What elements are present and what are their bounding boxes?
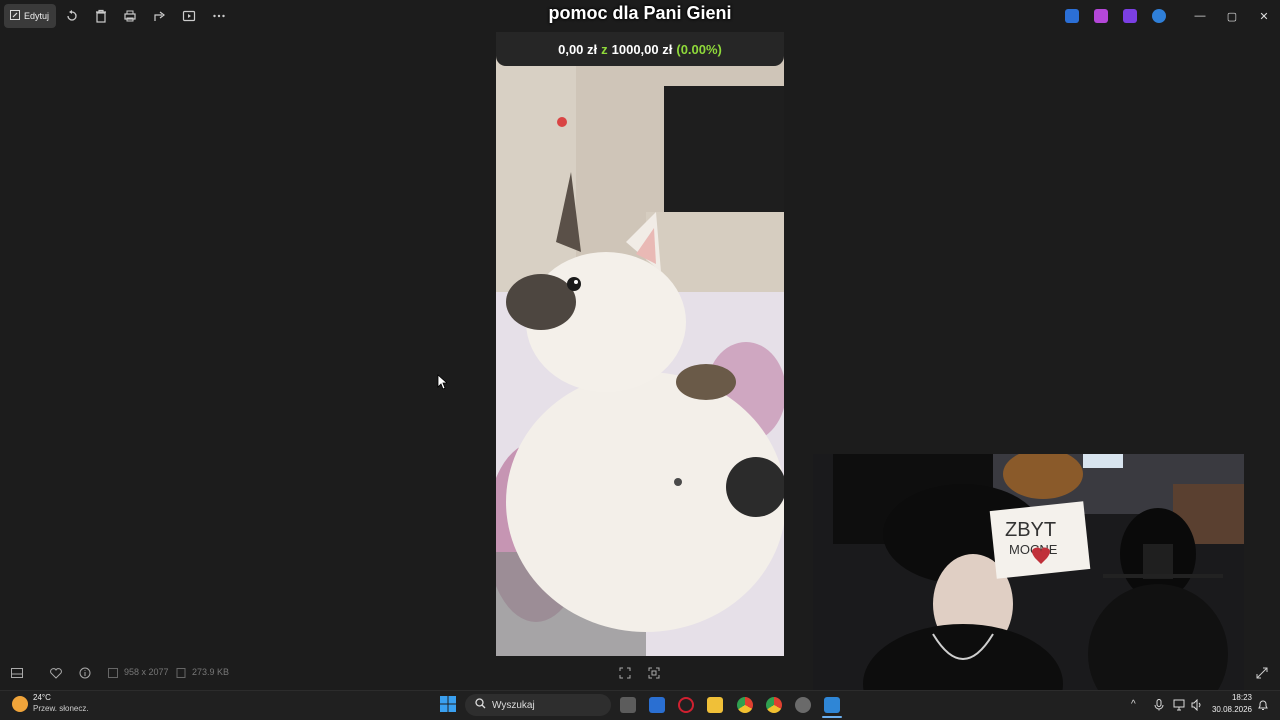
fundraiser-title: pomoc dla Pani Gieni [548, 3, 732, 23]
volume-icon[interactable] [1191, 698, 1203, 712]
image-dimensions: 958 x 2077 [124, 667, 169, 677]
edit-label: Edytuj [24, 11, 50, 21]
file-size: 273.9 KB [192, 667, 230, 677]
minimize-button[interactable]: — [1192, 8, 1208, 24]
mouse-cursor-icon [437, 374, 449, 395]
windows-taskbar [0, 690, 1280, 720]
app-icon[interactable] [795, 697, 811, 713]
dimensions-icon [106, 666, 120, 680]
chrome-icon[interactable] [737, 697, 753, 713]
file-explorer-icon[interactable] [707, 697, 723, 713]
slideshow-icon[interactable] [181, 8, 197, 24]
onedrive-icon[interactable] [1152, 9, 1166, 23]
clock-date[interactable]: 30.08.2026 [1206, 705, 1252, 714]
taskbar-search-box[interactable]: Wyszukaj [465, 694, 611, 716]
notification-bell-icon[interactable] [1257, 698, 1269, 710]
dog-photo [496, 32, 784, 656]
delete-icon[interactable] [93, 8, 109, 24]
network-icon[interactable] [1173, 698, 1185, 711]
rotate-icon[interactable] [64, 8, 80, 24]
fullscreen-icon[interactable] [1255, 666, 1269, 680]
photos-app-icon[interactable] [1065, 9, 1079, 23]
search-icon [475, 698, 486, 712]
fit-to-window-icon[interactable] [618, 666, 632, 680]
more-icon[interactable] [211, 8, 227, 24]
designer-app-icon[interactable] [1094, 9, 1108, 23]
edit-icon [10, 10, 20, 22]
edit-button[interactable]: Edytuj [4, 4, 56, 28]
info-icon[interactable] [78, 666, 92, 680]
clipchamp-app-icon[interactable] [1123, 9, 1137, 23]
close-button[interactable]: ✕ [1256, 8, 1272, 24]
photos-taskbar-icon[interactable] [824, 697, 840, 713]
share-icon[interactable] [152, 8, 168, 24]
filmstrip-icon[interactable] [10, 666, 24, 680]
maximize-button[interactable]: ▢ [1224, 8, 1240, 24]
windows-start-icon[interactable] [440, 696, 456, 712]
print-icon[interactable] [122, 8, 138, 24]
task-view-icon[interactable] [620, 697, 636, 713]
favorite-heart-icon[interactable] [49, 666, 63, 680]
sign-text-line1: ZBYT [1005, 519, 1056, 541]
microsoft-store-icon[interactable] [649, 697, 665, 713]
weather-description[interactable]: Przew. słonecz. [33, 704, 89, 713]
clock-time[interactable]: 18:23 [1222, 693, 1252, 702]
chevron-up-icon[interactable]: ^ [1131, 699, 1136, 710]
amount-separator: z [601, 41, 608, 57]
actual-size-icon[interactable] [647, 666, 661, 680]
opera-icon[interactable] [678, 697, 694, 713]
goal-percent: (0.00%) [676, 41, 722, 57]
file-size-icon [174, 666, 188, 680]
chrome-profile-icon[interactable] [766, 697, 782, 713]
amount-raised: 0,00 zł [558, 41, 598, 57]
microphone-icon[interactable] [1154, 698, 1164, 711]
donation-goal-bar: 0,00 zł z 1000,00 zł (0.00%) [496, 32, 784, 66]
weather-icon[interactable] [12, 696, 28, 712]
goal-amount: 1000,00 zł [611, 41, 673, 57]
active-app-indicator [822, 716, 842, 718]
weather-temperature[interactable]: 24°C [33, 693, 51, 702]
search-placeholder: Wyszukaj [492, 699, 535, 711]
